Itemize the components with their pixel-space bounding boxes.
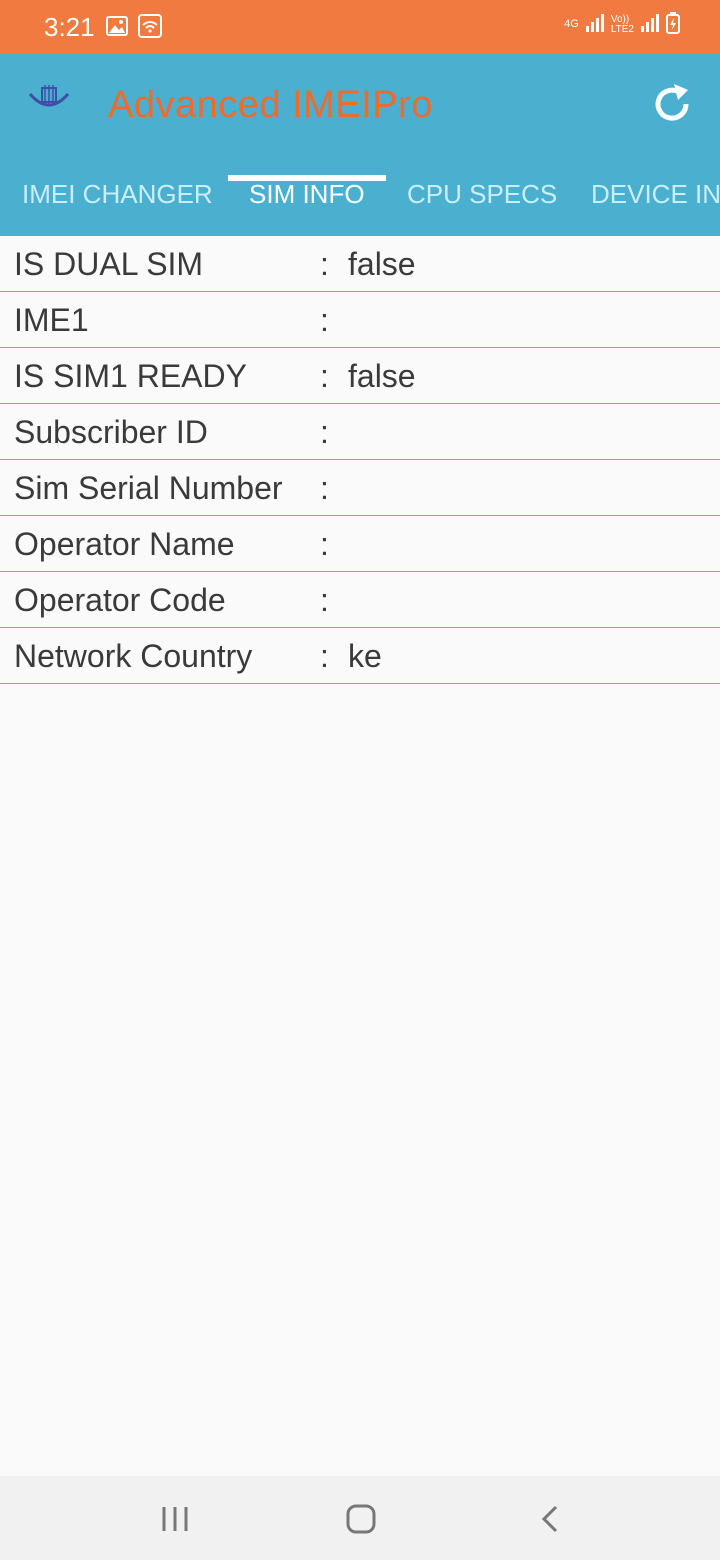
home-icon — [346, 1504, 376, 1534]
info-row-sim-serial: Sim Serial Number : — [0, 460, 720, 516]
home-button[interactable] — [346, 1504, 376, 1539]
status-indicators: 4G Vo)) LTE2 — [564, 12, 680, 37]
back-button[interactable] — [536, 1504, 566, 1539]
wifi-notification-icon — [138, 14, 162, 43]
row-separator: : — [320, 470, 329, 506]
active-tab-indicator — [228, 175, 386, 181]
signal-icon-2 — [640, 13, 660, 36]
info-row-operator-code: Operator Code : — [0, 572, 720, 628]
tab-cpu-specs[interactable]: CPU SPECS — [407, 174, 557, 236]
info-row-operator-name: Operator Name : — [0, 516, 720, 572]
row-separator: : — [320, 414, 329, 450]
app-bar: Advanced IMEIPro IMEI CHANGER SIM INFO C… — [0, 54, 720, 236]
row-value: false — [348, 358, 416, 394]
recent-apps-icon — [162, 1507, 188, 1531]
tab-imei-changer[interactable]: IMEI CHANGER — [22, 174, 213, 236]
battery-charging-icon — [666, 12, 680, 37]
row-label: IME1 — [14, 302, 89, 338]
lte-label: LTE2 — [610, 23, 634, 35]
signal-icon — [585, 13, 605, 36]
info-row-subscriber-id: Subscriber ID : — [0, 404, 720, 460]
tab-sim-info[interactable]: SIM INFO — [249, 174, 365, 236]
network-type-label: 4G — [564, 18, 579, 30]
tab-bar: IMEI CHANGER SIM INFO CPU SPECS DEVICE I… — [0, 174, 720, 236]
row-label: IS DUAL SIM — [14, 246, 204, 282]
row-label: Subscriber ID — [14, 414, 208, 450]
refresh-button[interactable] — [648, 80, 696, 128]
row-label: Sim Serial Number — [14, 470, 283, 506]
app-logo-icon — [28, 84, 70, 119]
tab-device-info[interactable]: DEVICE INFO — [591, 174, 720, 236]
row-value: false — [348, 246, 416, 282]
row-label: IS SIM1 READY — [14, 358, 247, 394]
refresh-icon — [655, 84, 689, 121]
row-separator: : — [320, 302, 329, 338]
info-row-sim1-ready: IS SIM1 READY : false — [0, 348, 720, 404]
info-row-dual-sim: IS DUAL SIM : false — [0, 236, 720, 292]
system-nav-bar — [0, 1476, 720, 1560]
app-title: Advanced IMEIPro — [108, 84, 433, 126]
back-icon — [541, 1505, 558, 1533]
row-separator: : — [320, 246, 329, 282]
sim-info-list: IS DUAL SIM : false IME1 : IS SIM1 READY… — [0, 236, 720, 684]
row-separator: : — [320, 526, 329, 562]
status-time: 3:21 — [44, 12, 95, 42]
row-label: Operator Code — [14, 582, 226, 618]
info-row-network-country: Network Country : ke — [0, 628, 720, 684]
row-value: ke — [348, 638, 382, 674]
gallery-notification-icon — [106, 16, 128, 41]
info-row-ime1: IME1 : — [0, 292, 720, 348]
row-separator: : — [320, 638, 329, 674]
row-label: Network Country — [14, 638, 253, 674]
row-separator: : — [320, 358, 329, 394]
recent-apps-button[interactable] — [160, 1504, 190, 1539]
row-label: Operator Name — [14, 526, 235, 562]
volte-label: Vo)) — [610, 13, 630, 25]
row-separator: : — [320, 582, 329, 618]
status-bar: 3:21 4G Vo)) LTE2 — [0, 0, 720, 54]
